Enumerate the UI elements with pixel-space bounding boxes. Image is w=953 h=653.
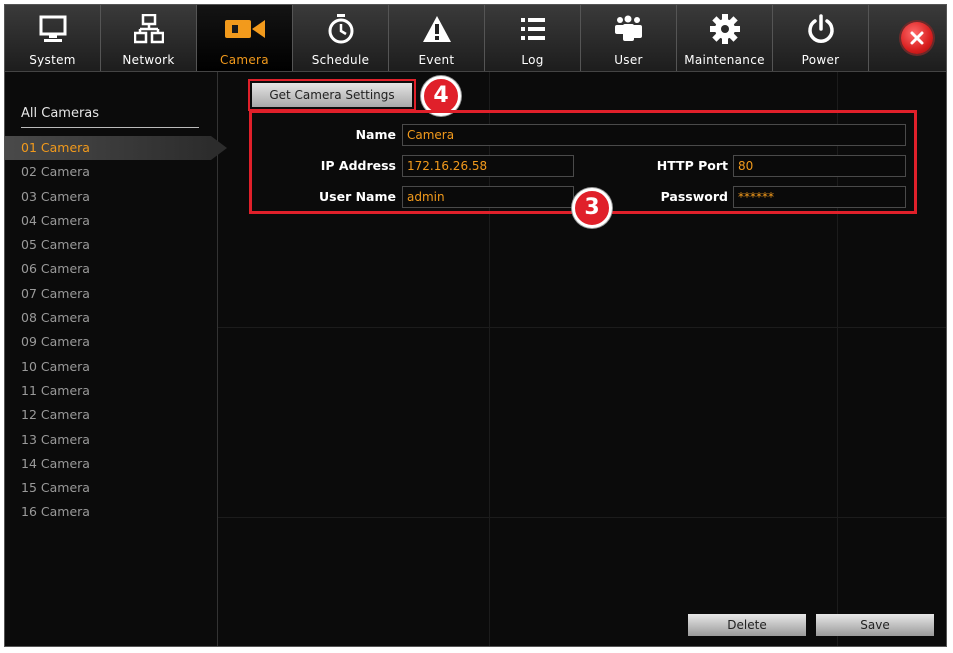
camera-list: 01 Camera 02 Camera 03 Camera 04 Camera 05 C…: [5, 136, 227, 525]
name-label: Name: [355, 127, 396, 142]
camera-list-item[interactable]: 09 Camera: [5, 330, 217, 354]
tab-system[interactable]: System: [5, 5, 101, 71]
users-icon: [581, 13, 676, 45]
sidebar-title: All Cameras: [21, 106, 100, 121]
monitor-icon: [5, 13, 100, 45]
http-port-label: HTTP Port: [656, 158, 728, 173]
tab-label: Maintenance: [684, 53, 765, 67]
camera-list-item[interactable]: 15 Camera: [5, 476, 217, 500]
warning-icon: [389, 13, 484, 45]
ip-address-label: IP Address: [320, 158, 396, 173]
network-icon: [101, 13, 196, 45]
list-icon: [485, 13, 580, 45]
camera-list-item[interactable]: 05 Camera: [5, 233, 217, 257]
camera-list-item[interactable]: 08 Camera: [5, 306, 217, 330]
tab-label: Network: [122, 53, 175, 67]
close-icon: [910, 31, 924, 45]
close-button[interactable]: [901, 22, 933, 54]
tab-log[interactable]: Log: [485, 5, 581, 71]
camera-list-item[interactable]: 07 Camera: [5, 282, 217, 306]
tab-label: System: [29, 53, 76, 67]
save-button[interactable]: Save: [816, 614, 934, 636]
camera-list-item[interactable]: 14 Camera: [5, 452, 217, 476]
grid-line: [218, 327, 946, 328]
tab-event[interactable]: Event: [389, 5, 485, 71]
name-field[interactable]: Camera: [402, 124, 906, 146]
tab-label: Log: [521, 53, 544, 67]
user-name-field[interactable]: admin: [402, 186, 574, 208]
step-badge-3: 3: [572, 188, 612, 228]
power-icon: [773, 13, 868, 45]
delete-button[interactable]: Delete: [688, 614, 806, 636]
tab-label: Camera: [220, 53, 269, 67]
http-port-field[interactable]: 80: [733, 155, 906, 177]
camera-list-item[interactable]: 13 Camera: [5, 428, 217, 452]
tab-power[interactable]: Power: [773, 5, 869, 71]
clock-icon: [293, 13, 388, 45]
camera-list-item[interactable]: 12 Camera: [5, 403, 217, 427]
camera-list-item[interactable]: 01 Camera: [5, 136, 227, 161]
main-toolbar: System Network Camera Schedule Event Log…: [5, 5, 946, 72]
camera-sidebar: All Cameras 01 Camera 02 Camera 03 Camera 0…: [5, 72, 227, 646]
get-camera-settings-button[interactable]: Get Camera Settings: [248, 79, 416, 111]
tab-maintenance[interactable]: Maintenance: [677, 5, 773, 71]
camera-list-item[interactable]: 02 Camera: [5, 160, 217, 184]
dvr-window: System Network Camera Schedule Event Log…: [4, 4, 947, 647]
camera-icon: [197, 13, 292, 45]
camera-list-item[interactable]: 10 Camera: [5, 355, 217, 379]
sidebar-divider: [21, 127, 199, 128]
camera-list-item[interactable]: 11 Camera: [5, 379, 217, 403]
password-field[interactable]: ******: [733, 186, 906, 208]
tab-label: Schedule: [311, 53, 370, 67]
camera-list-item[interactable]: 06 Camera: [5, 257, 217, 281]
camera-list-item[interactable]: 04 Camera: [5, 209, 217, 233]
tab-label: User: [614, 53, 643, 67]
tab-schedule[interactable]: Schedule: [293, 5, 389, 71]
tab-camera[interactable]: Camera: [197, 5, 293, 71]
gear-icon: [677, 13, 772, 45]
ip-address-field[interactable]: 172.16.26.58: [402, 155, 574, 177]
tab-label: Power: [801, 53, 840, 67]
password-label: Password: [660, 189, 728, 204]
camera-list-item[interactable]: 16 Camera: [5, 500, 217, 524]
grid-line: [218, 517, 946, 518]
tab-label: Event: [418, 53, 455, 67]
camera-list-item[interactable]: 03 Camera: [5, 185, 217, 209]
user-name-label: User Name: [319, 189, 396, 204]
tab-network[interactable]: Network: [101, 5, 197, 71]
tab-user[interactable]: User: [581, 5, 677, 71]
